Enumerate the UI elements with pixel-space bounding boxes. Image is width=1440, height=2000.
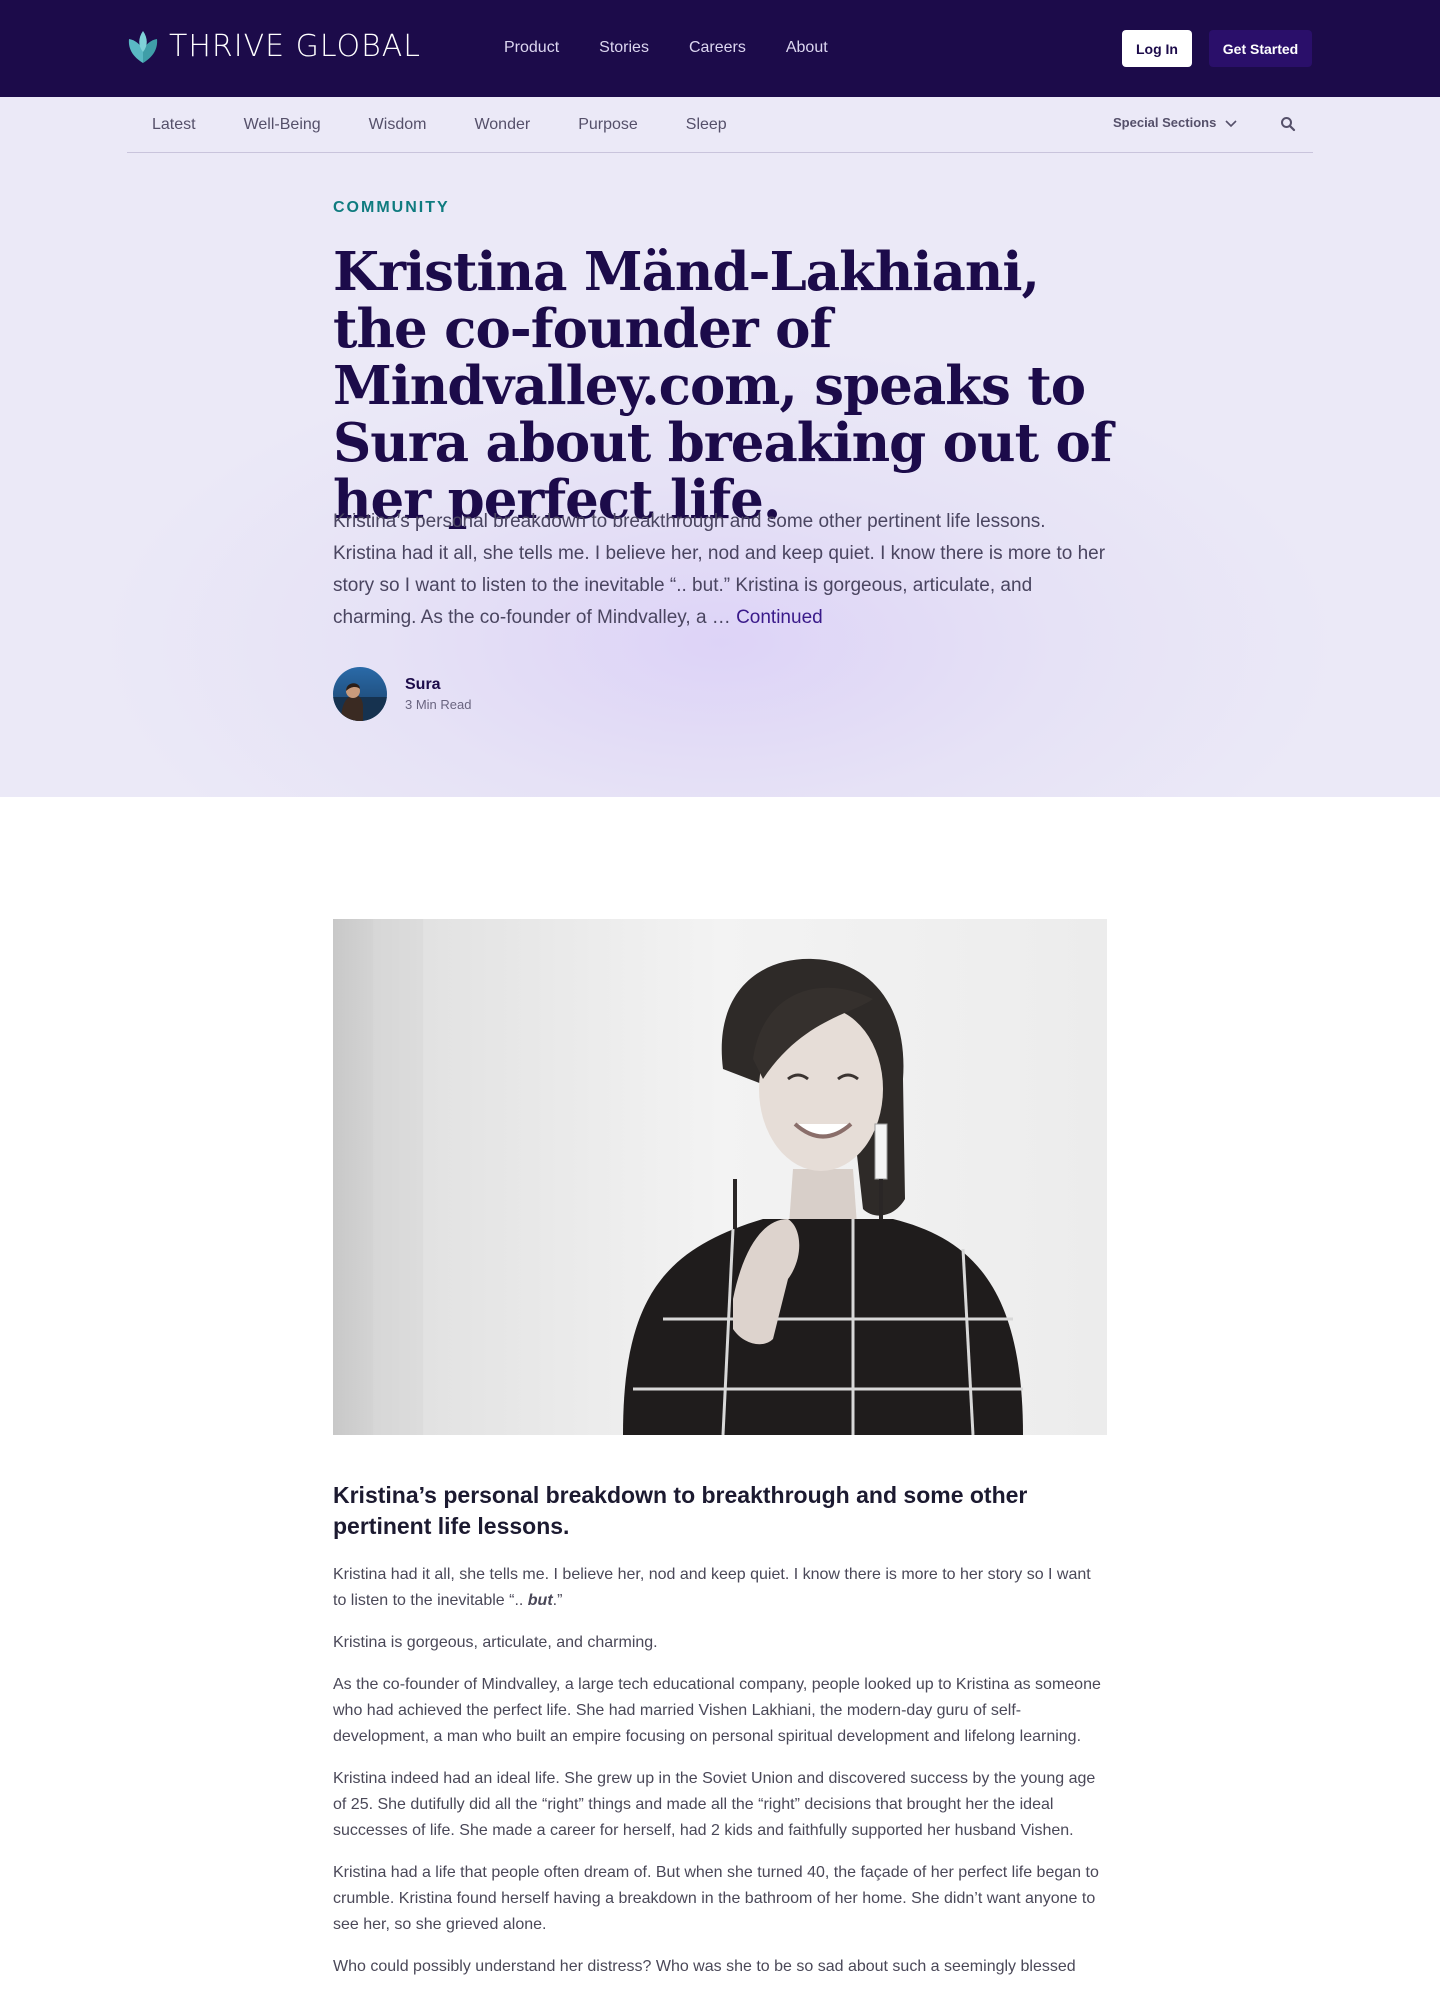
- special-sections-dropdown[interactable]: Special Sections: [1113, 115, 1238, 130]
- subnav-latest-link[interactable]: Latest: [152, 114, 196, 136]
- article-paragraph: Who could possibly understand her distre…: [333, 1958, 1076, 1975]
- read-time: 3 Min Read: [405, 697, 472, 712]
- get-started-button[interactable]: Get Started: [1209, 30, 1312, 67]
- special-sections-label: Special Sections: [1113, 115, 1217, 130]
- section-subnav: Latest Well-Being Wisdom Wonder Purpose …: [127, 97, 1313, 153]
- article-subheading: Kristina’s personal breakdown to breakth…: [333, 1482, 1028, 1539]
- author-byline: Sura 3 Min Read: [333, 667, 471, 721]
- article-paragraph: Kristina indeed had an ideal life. She g…: [333, 1770, 1096, 1839]
- chevron-down-icon: [1225, 119, 1237, 127]
- author-name[interactable]: Sura: [405, 674, 471, 696]
- brand-name: THRIVE GLOBAL: [169, 29, 421, 64]
- nav-careers-link[interactable]: Careers: [689, 36, 746, 60]
- author-info: Sura 3 Min Read: [405, 674, 471, 714]
- paragraph-text-end: .”: [552, 1592, 563, 1609]
- article-body: Kristina had it all, she tells me. I bel…: [333, 1562, 1107, 1996]
- thrive-leaf-logo-icon: [128, 31, 158, 63]
- subnav-purpose-link[interactable]: Purpose: [578, 114, 638, 136]
- continued-link[interactable]: Continued: [736, 607, 823, 628]
- paragraph-text: Kristina had it all, she tells me. I bel…: [333, 1566, 1091, 1609]
- article-feature-photo: [333, 919, 1107, 1435]
- article-paragraph: Kristina had a life that people often dr…: [333, 1864, 1099, 1933]
- emphasis-text: but: [527, 1592, 553, 1609]
- subnav-well-being-link[interactable]: Well-Being: [244, 114, 321, 136]
- article-category[interactable]: COMMUNITY: [333, 199, 450, 217]
- brand-logo[interactable]: THRIVE GLOBAL: [127, 30, 421, 64]
- article-title: Kristina Mänd-Lakhiani, the co-founder o…: [333, 241, 1113, 531]
- subnav-wisdom-link[interactable]: Wisdom: [369, 114, 427, 136]
- article-hero: Latest Well-Being Wisdom Wonder Purpose …: [0, 97, 1440, 797]
- nav-product-link[interactable]: Product: [504, 36, 559, 60]
- summary-text: Kristina’s personal breakdown to breakth…: [333, 511, 1106, 628]
- top-navbar: THRIVE GLOBAL Product Stories Careers Ab…: [0, 0, 1440, 97]
- subnav-sleep-link[interactable]: Sleep: [686, 114, 727, 136]
- nav-stories-link[interactable]: Stories: [599, 36, 649, 60]
- subnav-wonder-link[interactable]: Wonder: [474, 114, 530, 136]
- author-avatar[interactable]: [333, 667, 387, 721]
- search-icon[interactable]: [1279, 115, 1297, 133]
- section-links: Latest Well-Being Wisdom Wonder Purpose …: [152, 114, 727, 136]
- article-paragraph: Kristina is gorgeous, articulate, and ch…: [333, 1634, 658, 1651]
- article-paragraph: Kristina had it all, she tells me. I bel…: [333, 1562, 1107, 1614]
- nav-about-link[interactable]: About: [786, 36, 828, 60]
- article-summary: Kristina’s personal breakdown to breakth…: [333, 506, 1113, 634]
- article-paragraph: As the co-founder of Mindvalley, a large…: [333, 1676, 1101, 1745]
- main-nav: Product Stories Careers About: [504, 36, 828, 60]
- login-button[interactable]: Log In: [1122, 30, 1192, 67]
